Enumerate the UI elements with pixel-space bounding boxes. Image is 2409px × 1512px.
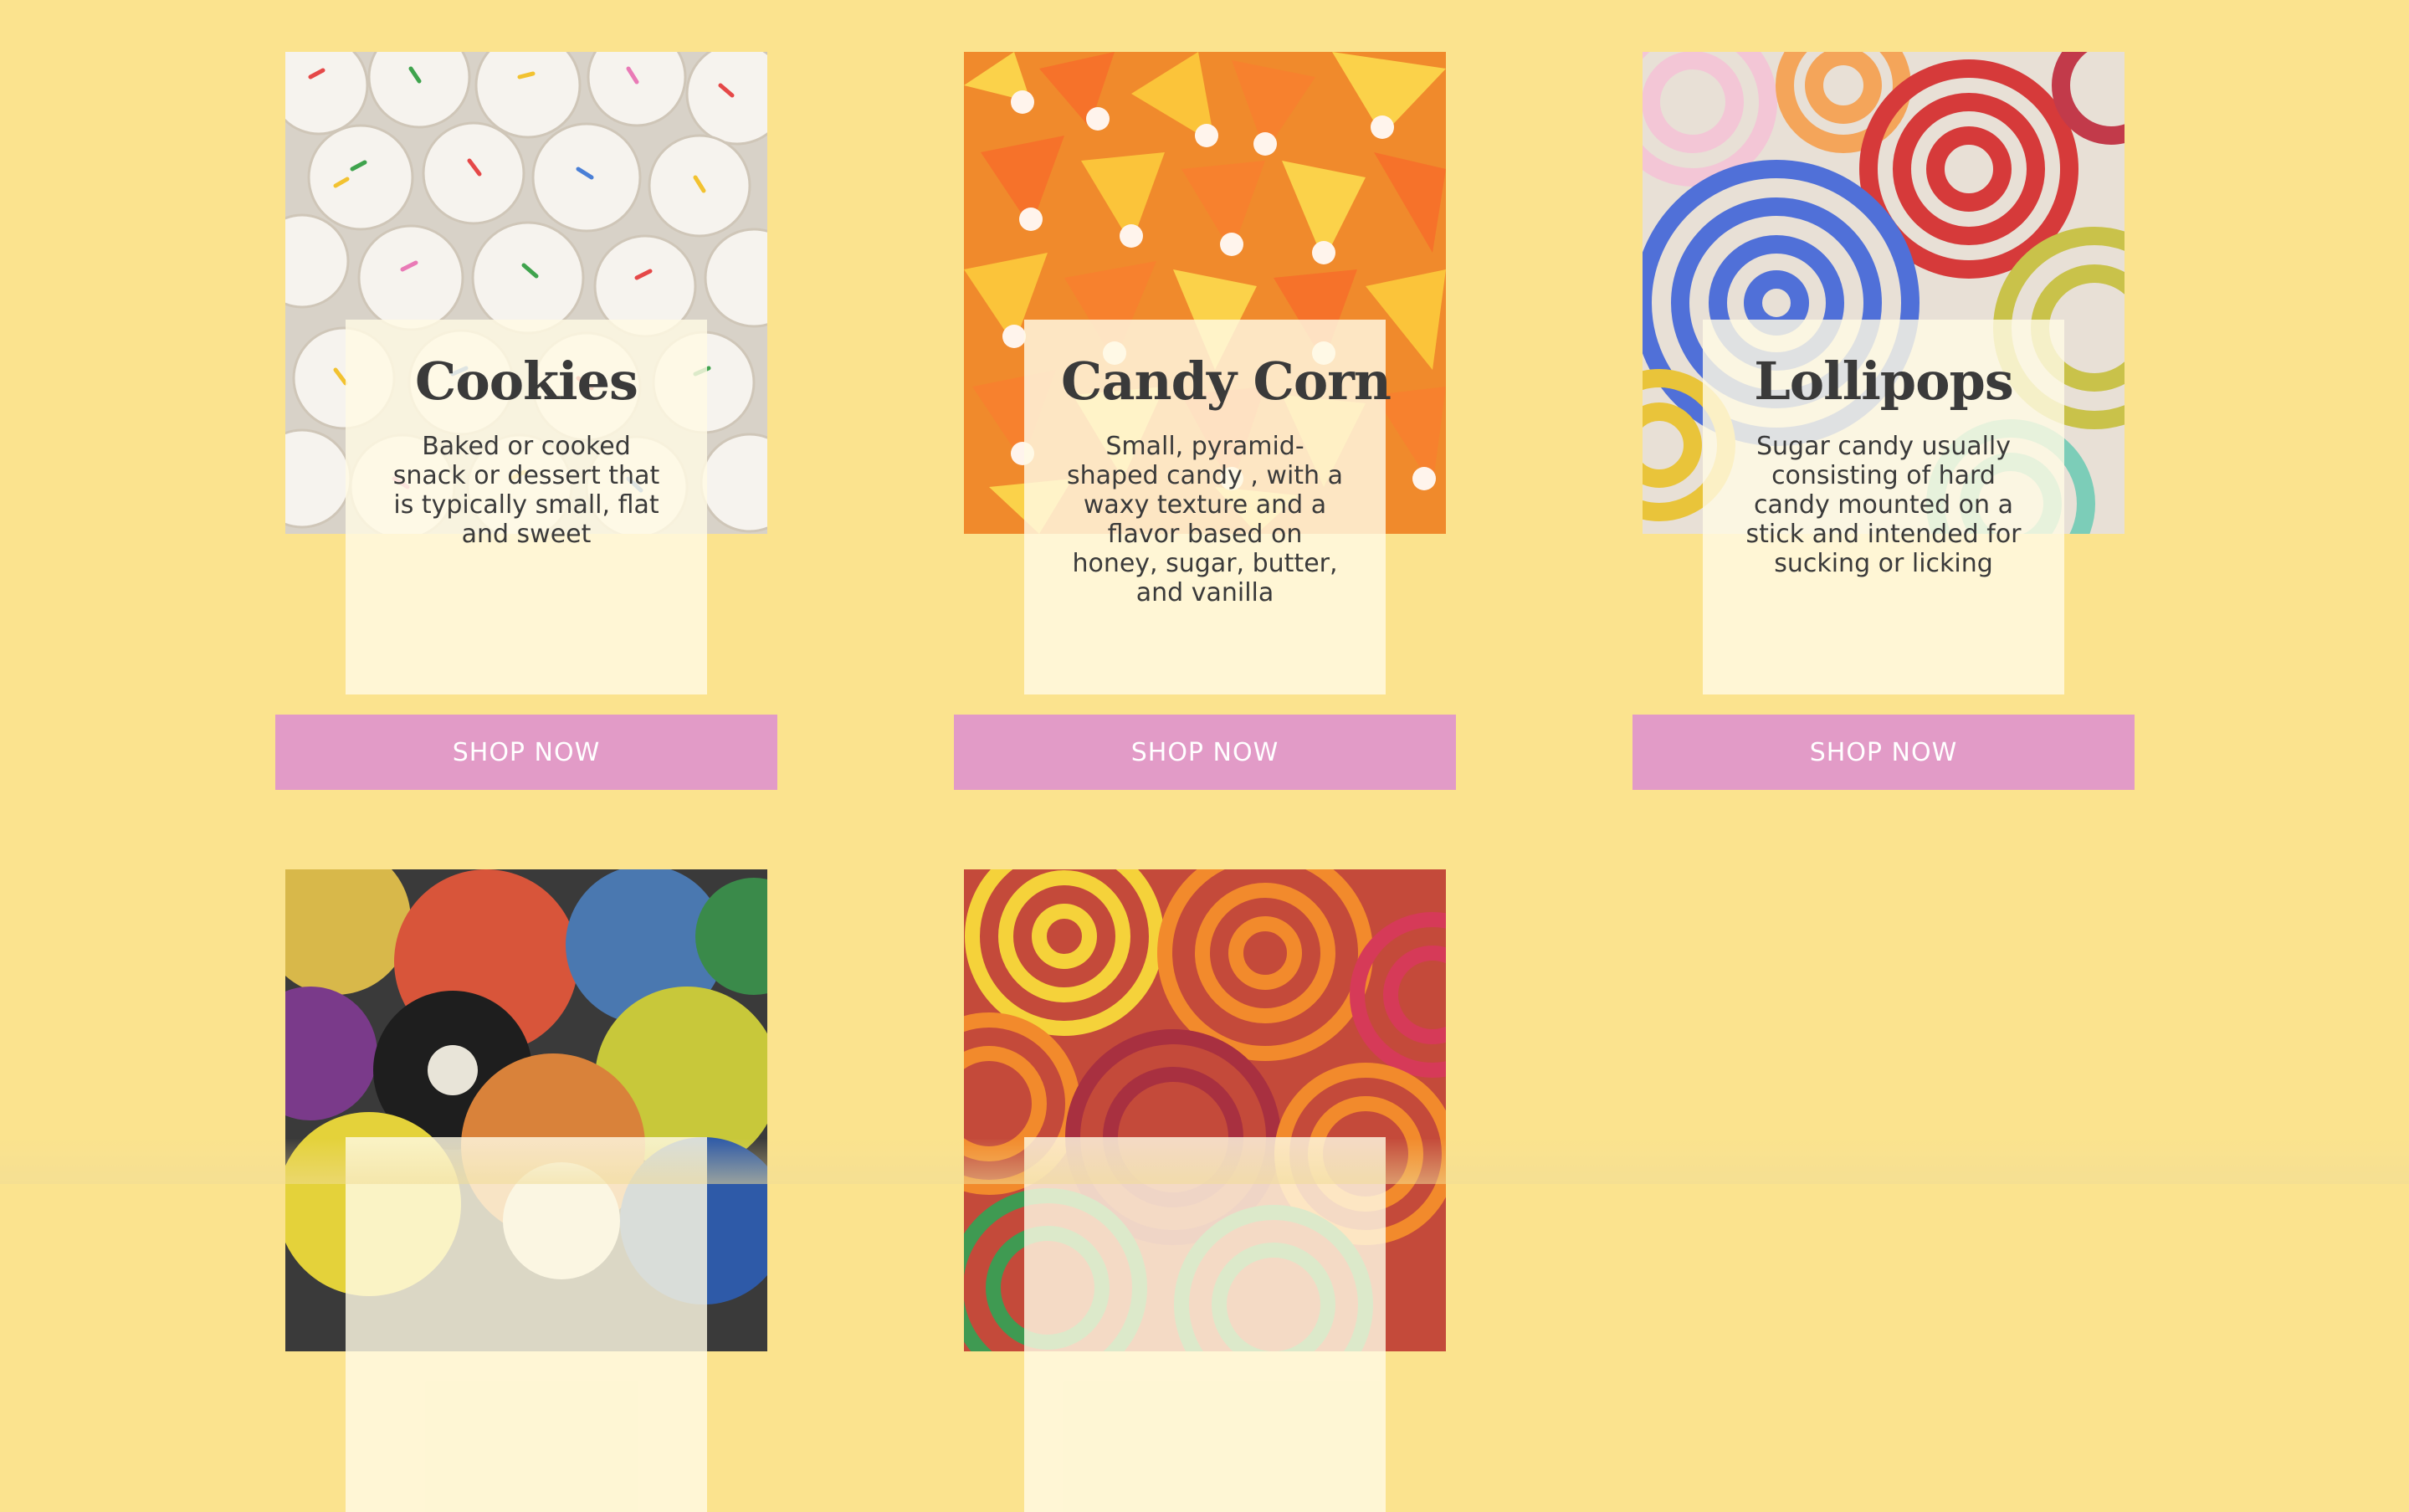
info-box-lollipops: Lollipops Sugar candy usually consisting… <box>1703 320 2064 694</box>
product-description: Baked or cooked snack or dessert that is… <box>392 432 660 549</box>
product-title: Lollipops <box>1754 351 2014 412</box>
product-title: Candy Corn <box>1061 351 1392 412</box>
shop-now-button-candy-corn[interactable]: SHOP NOW <box>954 715 1456 790</box>
shop-now-button-lollipops[interactable]: SHOP NOW <box>1632 715 2135 790</box>
info-box-candy-corn: Candy Corn Small, pyramid-shaped candy ,… <box>1024 320 1392 694</box>
info-box-licorice <box>1024 1137 1386 1512</box>
info-box-cookies: Cookies Baked or cooked snack or dessert… <box>346 320 707 694</box>
product-title: Cookies <box>415 351 638 412</box>
product-description: Sugar candy usually consisting of hard c… <box>1745 432 2022 578</box>
product-description: Small, pyramid-shaped candy , with a wax… <box>1067 432 1343 607</box>
shop-now-button-cookies[interactable]: SHOP NOW <box>275 715 777 790</box>
info-box-hard-candy <box>346 1137 707 1512</box>
